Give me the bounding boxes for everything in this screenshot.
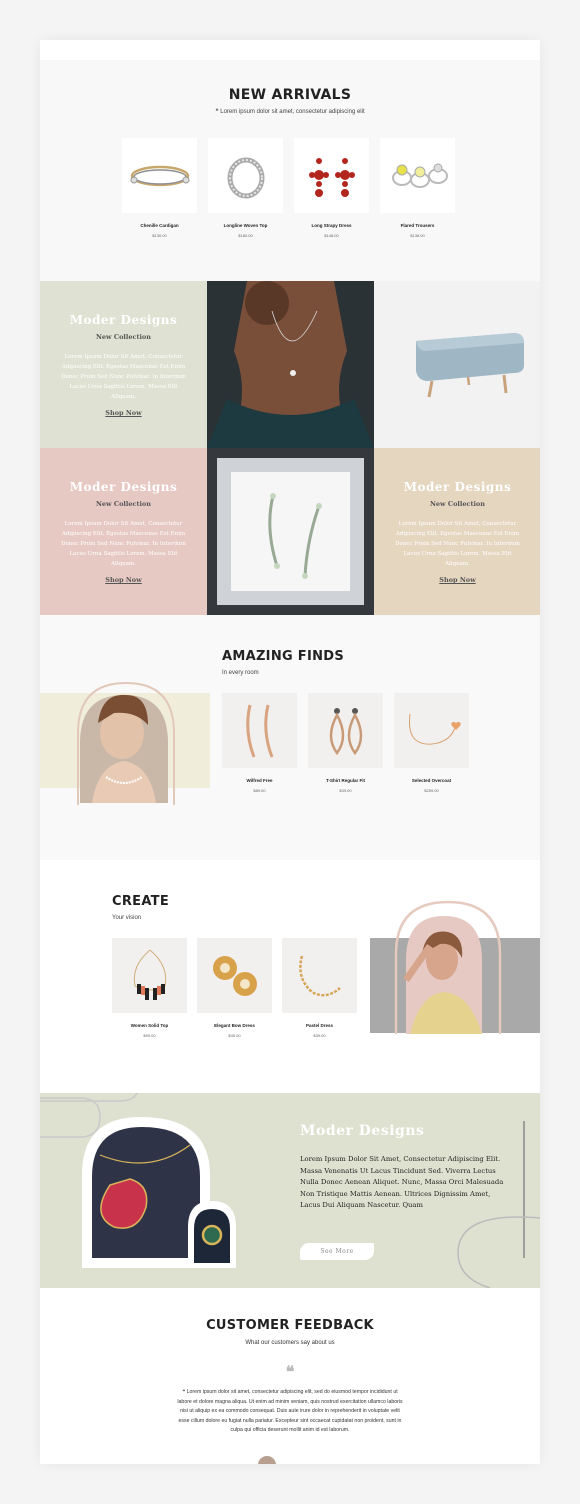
ottoman-image	[374, 281, 540, 448]
gem-rings-icon	[391, 163, 448, 188]
testimonial-text: ❝ Lorem ipsum dolor sit amet, consectetu…	[177, 1389, 403, 1434]
product-image[interactable]	[294, 138, 369, 213]
amazing-finds-subtitle: In every room	[222, 670, 259, 676]
ottoman-photo	[374, 281, 540, 448]
product-price: $130.00	[152, 233, 167, 238]
product-name[interactable]: T-Shirt Regular Fit	[308, 778, 383, 783]
new-arrivals-title: NEW ARRIVALS	[228, 87, 352, 103]
product-card[interactable]: Women Solid Top $99.00	[112, 938, 187, 1038]
avatar	[258, 1456, 276, 1464]
earrings-frame-image	[207, 448, 374, 615]
product-price: $39.00	[339, 788, 352, 793]
new-arrivals-subtitle: ❝ Lorem ipsum dolor sit amet, consectetu…	[215, 109, 365, 115]
product-card[interactable]: Longline Woven Top $180.00	[208, 138, 283, 238]
diamond-ring-icon	[227, 157, 264, 198]
product-card[interactable]: Elegant Bow Dress $45.00	[197, 938, 272, 1038]
promo-heading: Moder Designs	[69, 480, 178, 494]
product-name[interactable]: Elegant Bow Dress	[197, 1023, 272, 1028]
product-card[interactable]: Chenille Cardigan $130.00	[122, 138, 197, 238]
product-name[interactable]: Women Solid Top	[112, 1023, 187, 1028]
create-section: CREATE Your vision Women Solid Top $99.0…	[40, 860, 540, 1093]
product-image[interactable]	[112, 938, 187, 1013]
product-name[interactable]: Flared Trousers	[380, 223, 455, 228]
product-card[interactable]: Selected Overcoat $259.00	[394, 693, 469, 793]
product-image[interactable]	[222, 693, 297, 768]
product-image[interactable]	[208, 138, 283, 213]
product-card[interactable]: Flared Trousers $138.00	[380, 138, 455, 238]
product-card[interactable]: Pastel Dress $39.00	[282, 938, 357, 1038]
product-image[interactable]	[282, 938, 357, 1013]
product-price: $39.00	[313, 1033, 326, 1038]
product-price: $259.00	[424, 788, 439, 793]
banner-text: Lorem Ipsum Dolor Sit Amet, Consectetur …	[300, 1155, 504, 1209]
product-image[interactable]	[122, 138, 197, 213]
product-name[interactable]: Selected Overcoat	[394, 778, 469, 783]
pendant-arch-image	[82, 1117, 236, 1268]
promo-text: Lorem Ipsum Dolor Sit Amet, Consectetur …	[61, 521, 186, 567]
amazing-finds-title: AMAZING FINDS	[222, 649, 345, 664]
product-name[interactable]: Pastel Dress	[282, 1023, 357, 1028]
product-price: $180.00	[238, 233, 253, 238]
product-name[interactable]: Longline Woven Top	[208, 223, 283, 228]
bangle-bracelet-icon	[130, 165, 189, 186]
gold-bracelet-icon	[298, 955, 341, 996]
product-price: $148.00	[324, 233, 339, 238]
product-image[interactable]	[197, 938, 272, 1013]
heart-necklace-icon	[408, 713, 461, 745]
shop-now-link[interactable]: Shop Now	[40, 576, 207, 584]
amazing-finds-section: AMAZING FINDS In every room Wilfred Free…	[40, 615, 540, 860]
product-card[interactable]: Wilfred Free $89.00	[222, 693, 297, 793]
promo-tile-text: Moder Designs New Collection Lorem Ipsum…	[374, 448, 540, 615]
product-price: $45.00	[228, 1033, 241, 1038]
hoop-earrings-icon	[245, 704, 273, 758]
banner-heading: Moder Designs	[300, 1123, 425, 1139]
model-portrait-arch	[40, 681, 210, 805]
product-image[interactable]	[394, 693, 469, 768]
promo-tile-text: Moder Designs New Collection Lorem Ipsum…	[40, 281, 207, 448]
promo-text: Lorem Ipsum Dolor Sit Amet, Consectetur …	[61, 354, 186, 400]
product-price: $99.00	[143, 1033, 156, 1038]
necklace-model-image	[207, 281, 374, 448]
drop-earrings-icon	[329, 707, 362, 755]
product-name[interactable]: Chenille Cardigan	[122, 223, 197, 228]
statement-necklace-icon	[133, 949, 166, 1000]
product-price: $89.00	[253, 788, 266, 793]
new-arrivals-section: NEW ARRIVALS ❝ Lorem ipsum dolor sit ame…	[40, 60, 540, 281]
featured-banner: Moder Designs Lorem Ipsum Dolor Sit Amet…	[40, 1093, 540, 1288]
model-portrait-arch	[370, 900, 540, 1034]
promo-subheading: New Collection	[95, 333, 151, 341]
feedback-title: CUSTOMER FEEDBACK	[206, 1318, 374, 1333]
product-price: $138.00	[410, 233, 425, 238]
feedback-subtitle: What our customers say about us	[245, 1340, 335, 1346]
promo-heading: Moder Designs	[69, 313, 178, 327]
promo-tile: Moder Designs New Collection Lorem Ipsum…	[40, 448, 207, 615]
shop-now-link[interactable]: Shop Now	[374, 576, 540, 584]
gold-earrings-icon	[212, 955, 257, 996]
product-image[interactable]	[380, 138, 455, 213]
quote-icon: ❝	[285, 1362, 295, 1381]
ruby-earrings-icon	[308, 157, 355, 197]
product-name[interactable]: Long Strapy Dress	[294, 223, 369, 228]
promo-tile: Moder Designs New Collection Lorem Ipsum…	[40, 281, 207, 448]
promo-subheading: New Collection	[95, 500, 151, 508]
customer-feedback-section: CUSTOMER FEEDBACK What our customers say…	[40, 1288, 540, 1464]
promo-text: Lorem Ipsum Dolor Sit Amet, Consectetur …	[395, 521, 520, 567]
necklace-model-photo	[207, 281, 374, 448]
promo-tile: Moder Designs New Collection Lorem Ipsum…	[374, 448, 540, 615]
promo-subheading: New Collection	[429, 500, 485, 508]
product-image[interactable]	[308, 693, 383, 768]
create-title: CREATE	[112, 894, 170, 909]
earrings-frame-photo	[207, 448, 374, 615]
promo-heading: Moder Designs	[403, 480, 512, 494]
product-name[interactable]: Wilfred Free	[222, 778, 297, 783]
create-subtitle: Your vision	[112, 915, 142, 921]
product-card[interactable]: Long Strapy Dress $148.00	[294, 138, 369, 238]
page: NEW ARRIVALS ❝ Lorem ipsum dolor sit ame…	[40, 40, 540, 1464]
product-card[interactable]: T-Shirt Regular Fit $39.00	[308, 693, 383, 793]
shop-now-link[interactable]: Shop Now	[40, 409, 207, 417]
see-more-button[interactable]: See More	[300, 1243, 374, 1260]
promo-tile-text: Moder Designs New Collection Lorem Ipsum…	[40, 448, 207, 615]
